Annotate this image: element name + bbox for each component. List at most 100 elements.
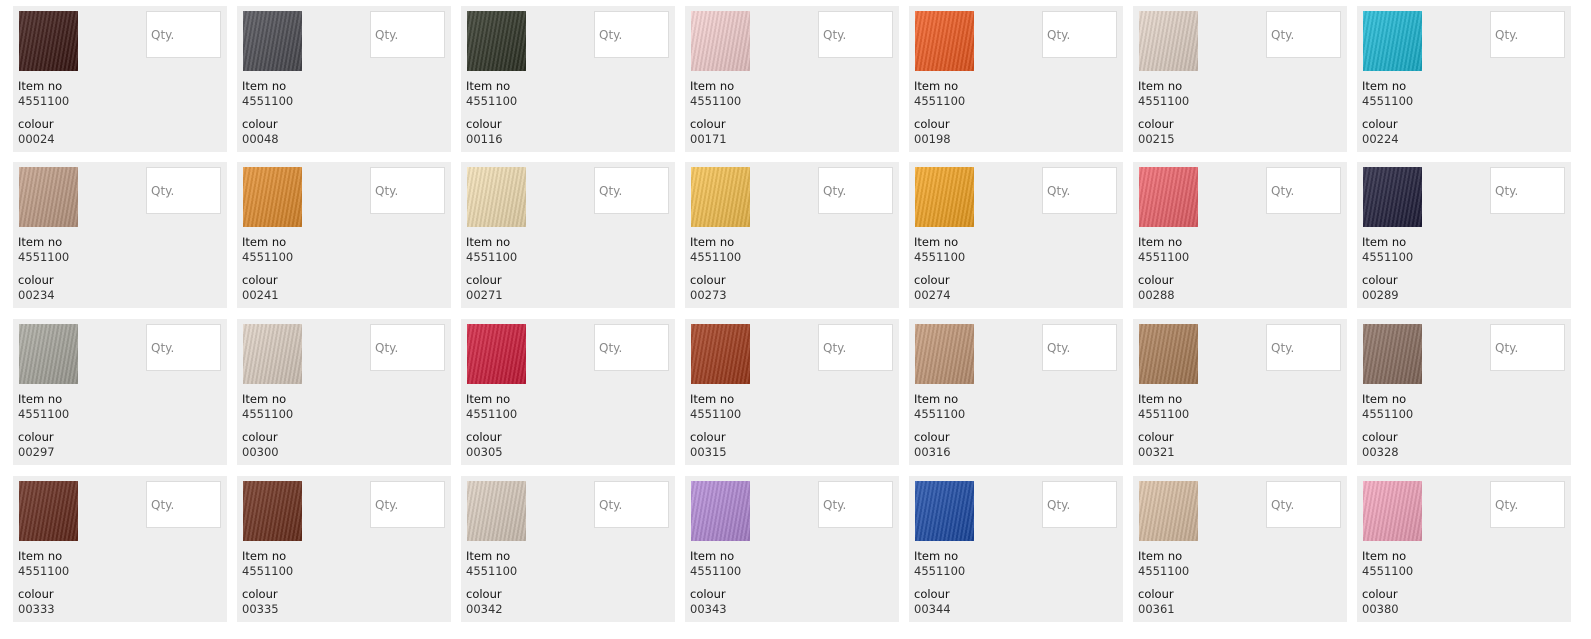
item-no-label: Item no	[690, 549, 735, 563]
colour-value: 00344	[914, 602, 951, 616]
quantity-input[interactable]	[594, 11, 669, 58]
quantity-input[interactable]	[1042, 481, 1117, 528]
product-card: Item no 4551100 colour 00333	[13, 476, 227, 622]
item-no-label: Item no	[466, 79, 511, 93]
colour-label: colour	[1138, 587, 1174, 601]
quantity-input[interactable]	[1042, 324, 1117, 371]
colour-value: 00380	[1362, 602, 1399, 616]
quantity-input[interactable]	[370, 11, 445, 58]
quantity-input[interactable]	[594, 481, 669, 528]
colour-swatch-image[interactable]	[19, 167, 78, 227]
colour-swatch-image[interactable]	[915, 324, 974, 384]
product-card: Item no 4551100 colour 00234	[13, 162, 227, 308]
quantity-input[interactable]	[370, 167, 445, 214]
quantity-input[interactable]	[1266, 167, 1341, 214]
colour-label: colour	[1362, 117, 1398, 131]
product-card: Item no 4551100 colour 00321	[1133, 319, 1347, 465]
colour-value: 00274	[914, 288, 951, 302]
colour-label: colour	[1138, 430, 1174, 444]
quantity-input[interactable]	[1042, 167, 1117, 214]
quantity-input[interactable]	[818, 481, 893, 528]
colour-swatch-image[interactable]	[243, 11, 302, 71]
colour-swatch-image[interactable]	[467, 324, 526, 384]
quantity-input[interactable]	[594, 324, 669, 371]
colour-swatch-image[interactable]	[243, 167, 302, 227]
colour-swatch-image[interactable]	[467, 167, 526, 227]
item-no-label: Item no	[242, 235, 287, 249]
colour-swatch-image[interactable]	[1363, 481, 1422, 541]
colour-swatch-image[interactable]	[243, 324, 302, 384]
colour-label: colour	[1138, 117, 1174, 131]
item-no-label: Item no	[242, 549, 287, 563]
item-no-label: Item no	[1138, 79, 1183, 93]
item-no-value: 4551100	[1362, 564, 1414, 578]
product-card: Item no 4551100 colour 00274	[909, 162, 1123, 308]
item-no-label: Item no	[242, 79, 287, 93]
quantity-input[interactable]	[1266, 481, 1341, 528]
colour-value: 00116	[466, 132, 503, 146]
quantity-input[interactable]	[818, 11, 893, 58]
item-no-label: Item no	[1138, 392, 1183, 406]
colour-swatch-image[interactable]	[1139, 11, 1198, 71]
colour-swatch-image[interactable]	[243, 481, 302, 541]
colour-label: colour	[1362, 273, 1398, 287]
colour-swatch-image[interactable]	[691, 11, 750, 71]
colour-swatch-image[interactable]	[1139, 324, 1198, 384]
item-no-label: Item no	[1362, 392, 1407, 406]
colour-swatch-image[interactable]	[1363, 11, 1422, 71]
quantity-input[interactable]	[146, 481, 221, 528]
colour-swatch-image[interactable]	[1139, 167, 1198, 227]
colour-swatch-image[interactable]	[467, 481, 526, 541]
colour-label: colour	[914, 273, 950, 287]
quantity-input[interactable]	[370, 481, 445, 528]
colour-label: colour	[914, 430, 950, 444]
colour-value: 00335	[242, 602, 279, 616]
quantity-input[interactable]	[146, 167, 221, 214]
quantity-input[interactable]	[1266, 11, 1341, 58]
product-card: Item no 4551100 colour 00305	[461, 319, 675, 465]
product-card: Item no 4551100 colour 00024	[13, 6, 227, 152]
colour-swatch-image[interactable]	[691, 481, 750, 541]
quantity-input[interactable]	[1490, 167, 1565, 214]
quantity-input[interactable]	[1490, 324, 1565, 371]
item-no-label: Item no	[18, 549, 63, 563]
product-card: Item no 4551100 colour 00171	[685, 6, 899, 152]
product-card: Item no 4551100 colour 00289	[1357, 162, 1571, 308]
quantity-input[interactable]	[1266, 324, 1341, 371]
colour-value: 00224	[1362, 132, 1399, 146]
quantity-input[interactable]	[594, 167, 669, 214]
quantity-input[interactable]	[1490, 481, 1565, 528]
quantity-input[interactable]	[818, 324, 893, 371]
item-no-label: Item no	[466, 235, 511, 249]
colour-swatch-image[interactable]	[19, 11, 78, 71]
quantity-input[interactable]	[146, 324, 221, 371]
colour-swatch-image[interactable]	[1363, 167, 1422, 227]
colour-swatch-image[interactable]	[691, 324, 750, 384]
colour-label: colour	[18, 430, 54, 444]
colour-value: 00215	[1138, 132, 1175, 146]
product-card: Item no 4551100 colour 00300	[237, 319, 451, 465]
item-no-value: 4551100	[690, 407, 742, 421]
quantity-input[interactable]	[370, 324, 445, 371]
quantity-input[interactable]	[146, 11, 221, 58]
item-no-label: Item no	[1362, 549, 1407, 563]
colour-swatch-image[interactable]	[1139, 481, 1198, 541]
item-no-value: 4551100	[242, 564, 294, 578]
colour-swatch-image[interactable]	[915, 167, 974, 227]
item-no-label: Item no	[18, 79, 63, 93]
colour-swatch-image[interactable]	[1363, 324, 1422, 384]
colour-swatch-image[interactable]	[915, 481, 974, 541]
colour-label: colour	[690, 117, 726, 131]
colour-swatch-image[interactable]	[467, 11, 526, 71]
colour-swatch-image[interactable]	[19, 481, 78, 541]
item-no-label: Item no	[1138, 549, 1183, 563]
quantity-input[interactable]	[818, 167, 893, 214]
colour-swatch-image[interactable]	[915, 11, 974, 71]
colour-swatch-image[interactable]	[691, 167, 750, 227]
colour-swatch-image[interactable]	[19, 324, 78, 384]
item-no-value: 4551100	[242, 94, 294, 108]
quantity-input[interactable]	[1042, 11, 1117, 58]
quantity-input[interactable]	[1490, 11, 1565, 58]
colour-value: 00342	[466, 602, 503, 616]
colour-value: 00234	[18, 288, 55, 302]
